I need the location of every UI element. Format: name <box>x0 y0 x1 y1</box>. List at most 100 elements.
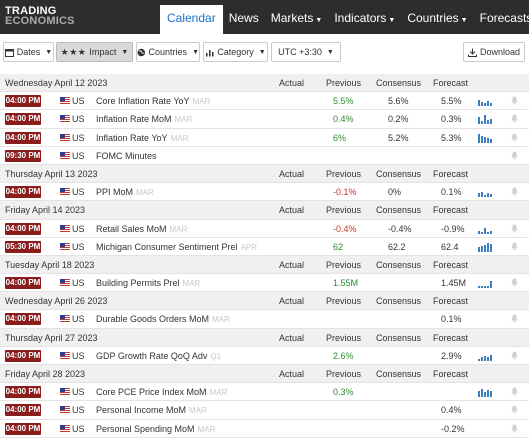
col-forecast-header: Forecast <box>433 332 469 343</box>
event-previous: 0.4% <box>333 114 354 125</box>
bell-icon[interactable] <box>511 224 518 233</box>
us-flag-icon <box>60 388 70 396</box>
event-row[interactable]: 04:00 PM US Durable Goods Orders MoM MAR 0.1… <box>0 310 529 329</box>
bell-icon[interactable] <box>511 314 518 323</box>
event-row[interactable]: 04:00 PM US Personal Income MoM MAR 0.4% <box>0 401 529 420</box>
event-row[interactable]: 04:00 PM US Retail Sales MoM MAR -0.4% -0.4% -… <box>0 220 529 238</box>
bell-icon[interactable] <box>511 133 518 142</box>
event-name-link[interactable]: Personal Income MoM MAR <box>96 405 207 415</box>
chevron-down-icon: ▼ <box>388 17 396 24</box>
calendar-icon <box>4 48 14 57</box>
bell-icon[interactable] <box>511 114 518 123</box>
sparkline-chart[interactable] <box>478 114 494 125</box>
event-forecast: 5.3% <box>441 132 462 143</box>
bell-icon[interactable] <box>511 405 518 414</box>
nav-tab-news[interactable]: News <box>223 5 265 34</box>
sparkline-bar <box>478 117 480 125</box>
event-row[interactable]: 04:00 PM US GDP Growth Rate QoQ Adv Q1 2.6% 2… <box>0 347 529 365</box>
timezone-label: UTC +3:30 <box>278 47 322 57</box>
nav-tab-countries[interactable]: Countries ▼ <box>401 5 473 34</box>
sparkline-chart[interactable] <box>478 133 494 143</box>
bell-icon[interactable] <box>511 242 518 251</box>
sparkline-chart[interactable] <box>478 387 494 398</box>
sparkline-chart[interactable] <box>478 187 494 198</box>
sparkline-chart[interactable] <box>478 96 494 107</box>
event-name-link[interactable]: Retail Sales MoM MAR <box>96 224 187 234</box>
nav-tab-calendar[interactable]: Calendar <box>160 5 223 34</box>
event-name-link[interactable]: Personal Spending MoM MAR <box>96 424 215 434</box>
event-name: Inflation Rate YoY <box>96 132 168 143</box>
event-name-link[interactable]: Core PCE Price Index MoM MAR <box>96 387 227 397</box>
bell-icon[interactable] <box>511 351 518 360</box>
event-name: GDP Growth Rate QoQ Adv <box>96 350 208 361</box>
event-row[interactable]: 04:00 PM US Personal Spending MoM MAR -0.2% <box>0 420 529 438</box>
event-name-link[interactable]: FOMC Minutes <box>96 151 160 161</box>
bell-icon[interactable] <box>511 278 518 287</box>
bell-icon[interactable] <box>511 387 518 396</box>
bell-icon[interactable] <box>511 96 518 105</box>
event-row[interactable]: 04:00 PM US Core Inflation Rate YoY MAR 5.5%… <box>0 92 529 111</box>
date-header: Wednesday April 12 2023 <box>5 78 108 88</box>
event-forecast: -0.9% <box>441 223 465 234</box>
sparkline-chart[interactable] <box>478 224 494 234</box>
timezone-dropdown[interactable]: UTC +3:30 ▼ <box>271 42 341 62</box>
event-consensus: -0.4% <box>388 223 412 234</box>
event-row[interactable]: 04:00 PM US Inflation Rate YoY MAR 6% 5.2% 5.3… <box>0 129 529 147</box>
event-name: Building Permits Prel <box>96 278 180 289</box>
dates-dropdown[interactable]: Dates ▼ <box>3 42 54 62</box>
countries-dropdown[interactable]: Countries ▼ <box>136 42 200 62</box>
event-name-link[interactable]: Inflation Rate YoY MAR <box>96 133 188 143</box>
event-name-link[interactable]: Michigan Consumer Sentiment Prel APR <box>96 242 257 252</box>
event-row[interactable]: 04:00 PM US PPI MoM MAR -0.1% 0% 0.1% <box>0 183 529 202</box>
event-country: US <box>72 96 85 107</box>
date-header: Thursday April 27 2023 <box>5 332 98 343</box>
event-name-link[interactable]: Inflation Rate MoM MAR <box>96 114 192 124</box>
event-row[interactable]: 09:30 PM US FOMC Minutes <box>0 147 529 165</box>
event-name-link[interactable]: Core Inflation Rate YoY MAR <box>96 96 210 106</box>
sparkline-bar <box>490 138 492 143</box>
category-dropdown[interactable]: Category ▼ <box>203 42 268 62</box>
event-forecast: 0.3% <box>441 114 462 125</box>
event-row[interactable]: 04:00 PM US Inflation Rate MoM MAR 0.4% 0.2% 0… <box>0 110 529 129</box>
nav-tab-calendar-label: Calendar <box>167 11 216 25</box>
col-forecast-header: Forecast <box>433 369 469 379</box>
event-forecast: 2.9% <box>441 350 462 361</box>
site-logo[interactable]: TRADING ECONOMICS <box>5 6 75 27</box>
sparkline-bar <box>484 136 486 143</box>
event-consensus: 5.6% <box>388 96 409 107</box>
event-row[interactable]: 04:00 PM US Core PCE Price Index MoM MAR 0.3… <box>0 383 529 402</box>
bell-icon[interactable] <box>511 424 518 433</box>
sparkline-chart[interactable] <box>478 242 494 252</box>
sparkline-chart[interactable] <box>478 278 494 289</box>
sparkline-bar <box>481 135 483 143</box>
sparkline-bar <box>478 391 480 398</box>
event-name-link[interactable]: PPI MoM MAR <box>96 187 154 197</box>
col-previous-header: Previous <box>326 332 362 343</box>
sparkline-bar <box>487 101 489 107</box>
event-country: US <box>72 387 85 398</box>
nav-tab-markets[interactable]: Markets ▼ <box>265 5 329 34</box>
nav-tab-forecasts[interactable]: Forecasts▼ <box>474 5 529 34</box>
download-button[interactable]: Download <box>463 42 525 62</box>
chevron-down-icon: ▼ <box>121 48 129 56</box>
event-name-link[interactable]: Durable Goods Orders MoM MAR <box>96 314 230 324</box>
us-flag-icon <box>60 351 70 359</box>
event-reference: MAR <box>197 424 216 434</box>
sparkline-bar <box>484 244 486 252</box>
nav-tab-indicators[interactable]: Indicators ▼ <box>328 5 401 34</box>
event-row[interactable]: 05:30 PM US Michigan Consumer Sentiment Pr… <box>0 238 529 256</box>
impact-dropdown[interactable]: ★★★ Impact ▼ <box>56 42 133 62</box>
bell-icon[interactable] <box>511 151 518 160</box>
event-reference: APR <box>240 242 258 252</box>
event-name-link[interactable]: GDP Growth Rate QoQ Adv Q1 <box>96 351 221 361</box>
col-actual-header: Actual <box>279 78 305 88</box>
sparkline-bar <box>481 389 483 398</box>
sparkline-bar <box>490 230 492 234</box>
event-name-link[interactable]: Building Permits Prel MAR <box>96 278 200 288</box>
sparkline-bar <box>484 392 486 398</box>
event-reference: MAR <box>174 115 193 125</box>
sparkline-chart[interactable] <box>478 351 494 361</box>
sparkline-bar <box>487 286 489 289</box>
bell-icon[interactable] <box>511 187 518 196</box>
event-row[interactable]: 04:00 PM US Building Permits Prel MAR 1.55M 1… <box>0 274 529 293</box>
